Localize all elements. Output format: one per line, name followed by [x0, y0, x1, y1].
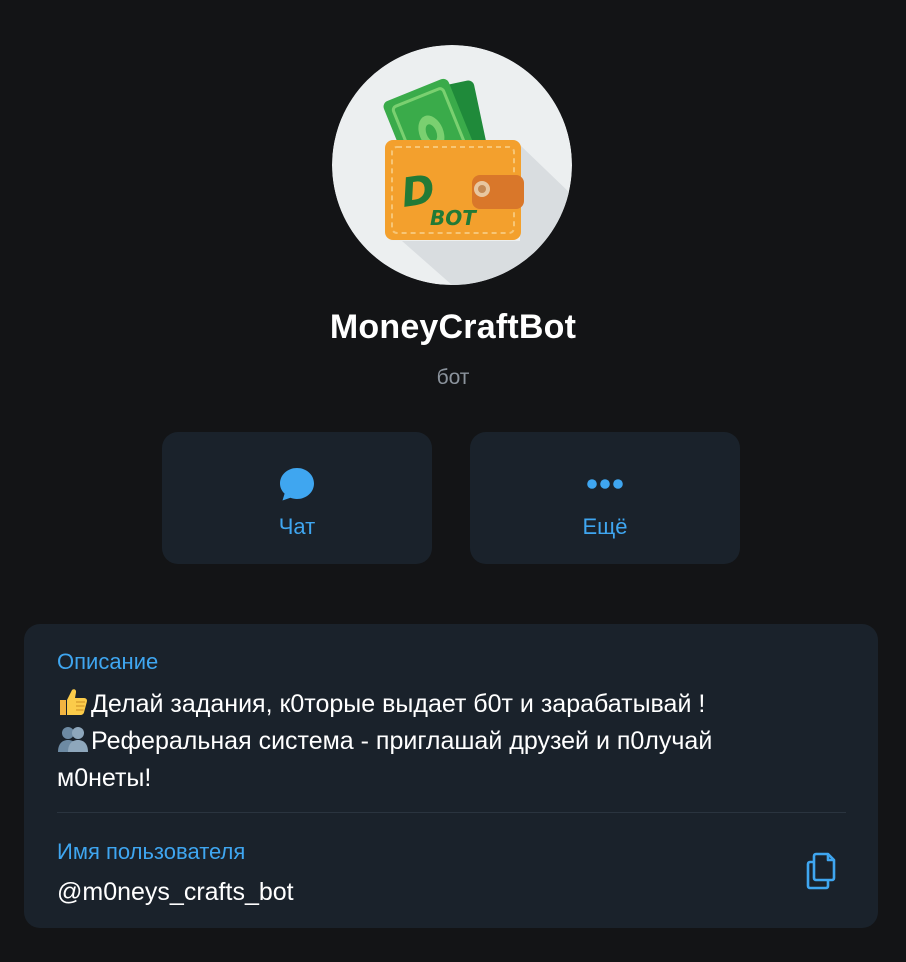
copy-username-button[interactable]	[802, 848, 846, 892]
busts-in-silhouette-emoji	[58, 727, 88, 752]
chat-button-label: Чат	[278, 514, 316, 539]
more-dots-icon	[587, 479, 623, 489]
info-card: Описание Делай задания, к0торые выдает б…	[24, 624, 878, 928]
chat-button[interactable]: Чат	[162, 432, 432, 564]
description-line: Реферальная система - приглашай друзей и…	[57, 723, 847, 760]
wallet-money-icon: D BOT	[332, 45, 572, 285]
bot-profile-page: D BOT MoneyCraftBot бот Чат Ещё Описание	[0, 0, 906, 962]
description-text: Делай задания, к0торые выдает б0т и зара…	[57, 686, 847, 797]
description-line: Делай задания, к0торые выдает б0т и зара…	[57, 686, 847, 723]
thumbs-up-emoji	[60, 689, 88, 715]
more-button[interactable]: Ещё	[470, 432, 740, 564]
description-label: Описание	[57, 649, 159, 674]
username-value[interactable]: @m0neys_crafts_bot	[57, 878, 294, 907]
description-line-2: Реферальная система - приглашай друзей и…	[91, 727, 713, 755]
username-label: Имя пользователя	[57, 839, 246, 864]
bot-name: MoneyCraftBot	[329, 308, 577, 346]
svg-text:BOT: BOT	[430, 206, 477, 230]
chat-bubble-icon	[280, 468, 314, 501]
divider	[57, 812, 846, 813]
description-line-1: Делай задания, к0торые выдает б0т и зара…	[91, 690, 706, 718]
bot-avatar: D BOT	[332, 45, 572, 285]
description-line-3: м0неты!	[57, 764, 152, 792]
bot-type-label: бот	[436, 366, 470, 389]
copy-icon	[806, 852, 836, 890]
more-button-label: Ещё	[582, 514, 628, 539]
